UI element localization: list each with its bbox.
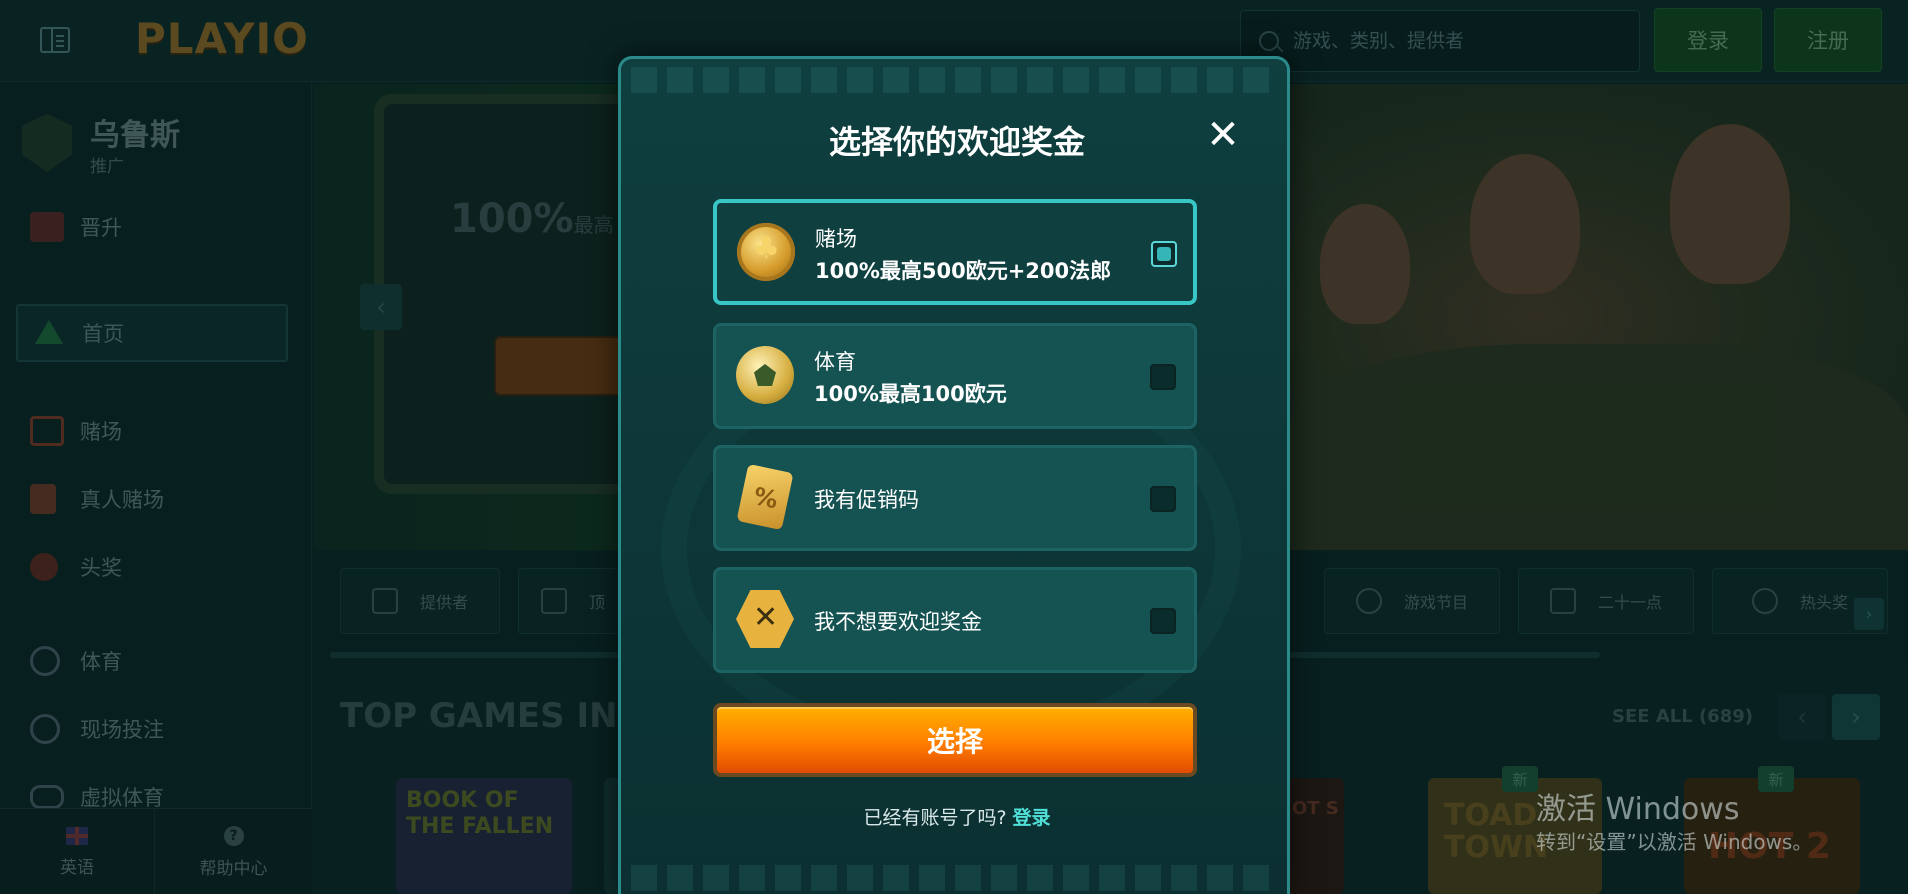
account-question: 已经有账号了吗? — [863, 807, 1007, 829]
login-prompt: 已经有账号了吗? 登录 — [621, 803, 1293, 830]
option-label: 赌场 — [815, 227, 857, 251]
bonus-option-sports[interactable]: 体育 100%最高100欧元 — [713, 323, 1197, 429]
option-label: 体育 — [814, 350, 856, 374]
option-checkbox[interactable] — [1150, 608, 1176, 634]
bonus-option-casino[interactable]: 赌场 100%最高500欧元+200法郎 — [713, 199, 1197, 305]
soccer-ball-icon — [736, 346, 794, 404]
promo-ticket-icon — [736, 463, 794, 531]
modal-decoration — [631, 67, 1277, 93]
option-label: 我有促销码 — [814, 488, 919, 512]
close-icon[interactable]: ✕ — [1203, 115, 1243, 155]
option-detail: 100%最高500欧元+200法郎 — [815, 259, 1112, 283]
option-checkbox[interactable] — [1151, 241, 1177, 267]
welcome-bonus-modal: 选择你的欢迎奖金 ✕ 赌场 100%最高500欧元+200法郎 体育 100%最… — [618, 56, 1290, 894]
option-detail: 100%最高100欧元 — [814, 382, 1007, 406]
bonus-option-promo-code[interactable]: 我有促销码 — [713, 445, 1197, 551]
option-checkbox[interactable] — [1150, 486, 1176, 512]
modal-title: 选择你的欢迎奖金 — [828, 123, 1085, 161]
option-label: 我不想要欢迎奖金 — [814, 610, 982, 634]
casino-coin-icon — [737, 223, 795, 281]
windows-activation-title: 激活 Windows — [1536, 792, 1740, 827]
option-checkbox[interactable] — [1150, 364, 1176, 390]
no-bonus-icon — [736, 590, 794, 648]
select-button[interactable]: 选择 — [713, 703, 1197, 777]
login-link[interactable]: 登录 — [1013, 807, 1051, 829]
bonus-option-no-bonus[interactable]: 我不想要欢迎奖金 — [713, 567, 1197, 673]
windows-activation-subtitle: 转到“设置”以激活 Windows。 — [1536, 830, 1813, 854]
modal-decoration — [631, 865, 1277, 891]
